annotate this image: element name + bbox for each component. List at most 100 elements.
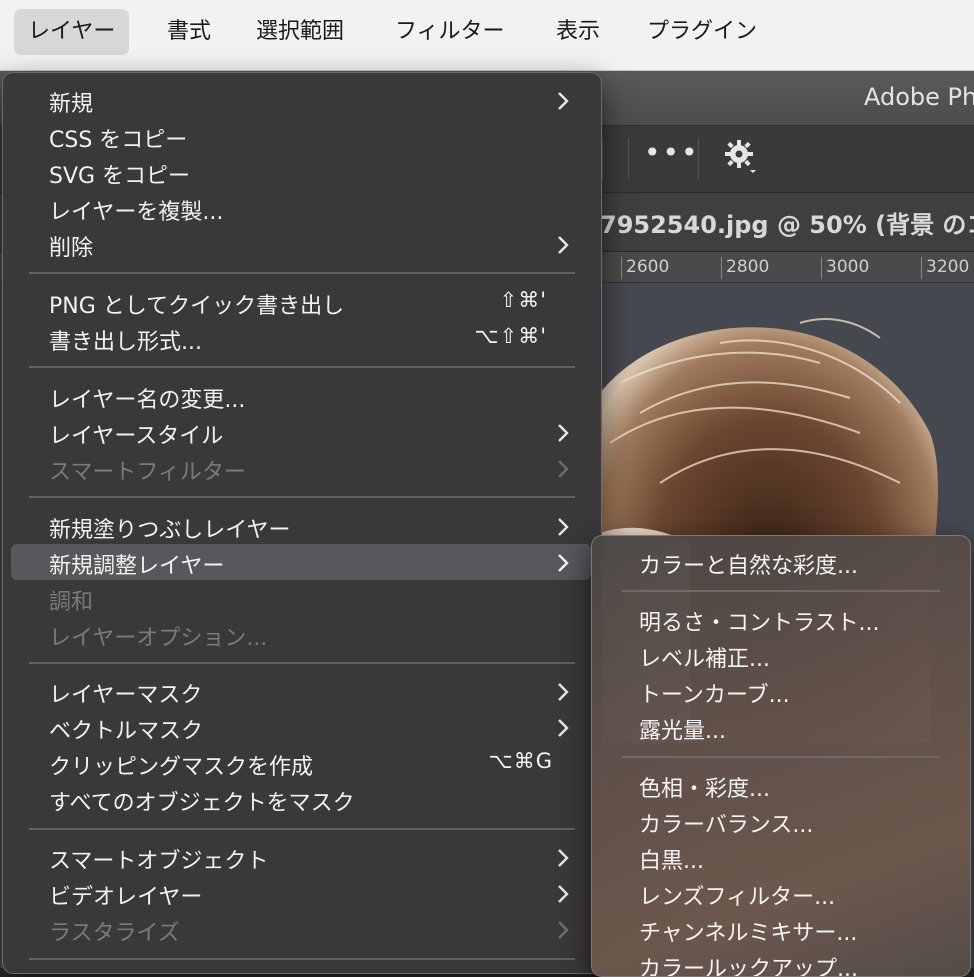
submenu-item-label: 白黒... xyxy=(639,849,704,874)
toolbar-divider xyxy=(602,138,603,180)
menubar-item-plugins[interactable]: プラグイン xyxy=(633,9,771,55)
chevron-right-icon xyxy=(558,849,569,867)
submenu-item-levels[interactable]: レベル補正... xyxy=(592,637,970,673)
submenu-item-vibrance[interactable]: カラーと自然な彩度... xyxy=(592,544,970,580)
menu-separator xyxy=(29,496,575,498)
submenu-item-label: カラーと自然な彩度... xyxy=(639,554,858,579)
submenu-item-label: 色相・彩度... xyxy=(639,777,770,802)
chevron-right-icon xyxy=(558,460,569,478)
menubar-item-type[interactable]: 書式 xyxy=(153,9,225,55)
menu-item-label: レイヤーマスク xyxy=(49,683,203,708)
menu-item-label: 調和 xyxy=(49,590,94,615)
menu-item-new-fill-layer[interactable]: 新規塗りつぶしレイヤー xyxy=(11,508,591,544)
toolbar-divider xyxy=(698,138,699,180)
menu-item-copy-svg[interactable]: SVG をコピー xyxy=(11,154,591,190)
menu-item-vector-mask[interactable]: ベクトルマスク xyxy=(11,709,591,745)
menu-separator xyxy=(622,756,940,758)
chevron-right-icon xyxy=(558,683,569,701)
document-title: 7952540.jpg @ 50% (背景 のコ xyxy=(600,211,974,239)
menu-item-layer-options: レイヤーオプション... xyxy=(11,616,591,652)
menu-item-label: PNG としてクイック書き出し xyxy=(49,294,345,319)
chevron-right-icon xyxy=(558,921,569,939)
menu-item-export-as[interactable]: 書き出し形式... ⌥⇧⌘' xyxy=(11,320,591,356)
chevron-right-icon xyxy=(558,719,569,737)
chevron-right-icon xyxy=(558,885,569,903)
window-title: Adobe Ph xyxy=(864,83,974,111)
menu-item-label: ビデオレイヤー xyxy=(49,885,203,910)
submenu-item-exposure[interactable]: 露光量... xyxy=(592,709,970,745)
menu-separator xyxy=(29,662,575,664)
menu-bar: レイヤー 書式 選択範囲 フィルター 表示 プラグイン xyxy=(0,0,974,71)
menu-item-label: 新規調整レイヤー xyxy=(49,554,225,579)
submenu-item-label: レンズフィルター... xyxy=(639,885,836,910)
menu-item-label: レイヤーを複製... xyxy=(49,200,224,225)
menu-separator xyxy=(29,272,575,274)
menu-item-harmonize: 調和 xyxy=(11,580,591,616)
menu-separator xyxy=(29,828,575,830)
menu-item-label: レイヤースタイル xyxy=(49,424,224,449)
menubar-item-select[interactable]: 選択範囲 xyxy=(242,9,358,55)
submenu-item-color-lookup[interactable]: カラールックアップ... xyxy=(592,947,970,977)
submenu-item-brightness-contrast[interactable]: 明るさ・コントラスト... xyxy=(592,601,970,637)
submenu-item-label: カラールックアップ... xyxy=(639,957,858,977)
menu-item-mask-all-objects[interactable]: すべてのオブジェクトをマスク xyxy=(11,781,591,817)
submenu-item-curves[interactable]: トーンカーブ... xyxy=(592,673,970,709)
submenu-item-hue-saturation[interactable]: 色相・彩度... xyxy=(592,767,970,803)
menu-item-layer-style[interactable]: レイヤースタイル xyxy=(11,414,591,450)
menu-item-label: スマートオブジェクト xyxy=(49,849,269,874)
menu-item-layer-mask[interactable]: レイヤーマスク xyxy=(11,673,591,709)
submenu-item-label: 露光量... xyxy=(639,719,726,744)
menu-item-smart-objects[interactable]: スマートオブジェクト xyxy=(11,839,591,875)
menu-item-duplicate-layer[interactable]: レイヤーを複製... xyxy=(11,190,591,226)
ruler-tick: 3000 xyxy=(821,257,869,279)
menu-item-rename-layer[interactable]: レイヤー名の変更... xyxy=(11,378,591,414)
menu-item-new[interactable]: 新規 xyxy=(11,82,591,118)
menu-item-label: スマートフィルター xyxy=(49,460,246,485)
menu-item-label: すべてのオブジェクトをマスク xyxy=(49,791,355,816)
menu-item-label: レイヤー名の変更... xyxy=(49,388,246,413)
menu-separator xyxy=(29,366,575,368)
menu-item-smart-filter: スマートフィルター xyxy=(11,450,591,486)
menu-item-shortcut: ⌥⌘G xyxy=(488,749,553,773)
menu-item-label: 書き出し形式... xyxy=(49,330,202,355)
menu-item-quick-export-png[interactable]: PNG としてクイック書き出し ⇧⌘' xyxy=(11,284,591,320)
menu-item-copy-css[interactable]: CSS をコピー xyxy=(11,118,591,154)
submenu-item-color-balance[interactable]: カラーバランス... xyxy=(592,803,970,839)
menu-separator xyxy=(29,958,575,960)
menu-item-label: SVG をコピー xyxy=(49,164,191,189)
menu-item-shortcut: ⇧⌘' xyxy=(499,288,547,312)
menu-item-video-layers[interactable]: ビデオレイヤー xyxy=(11,875,591,911)
chevron-right-icon xyxy=(558,518,569,536)
menu-item-rasterize: ラスタライズ xyxy=(11,911,591,947)
submenu-item-label: チャンネルミキサー... xyxy=(639,921,858,946)
menu-item-label: レイヤーオプション... xyxy=(49,626,268,651)
ruler-tick: 3200 xyxy=(921,257,969,279)
adjustment-layer-submenu: カラーと自然な彩度... 明るさ・コントラスト... レベル補正... トーンカ… xyxy=(591,535,971,977)
chevron-right-icon xyxy=(558,554,569,572)
submenu-item-black-white[interactable]: 白黒... xyxy=(592,839,970,875)
menu-item-label: 新規 xyxy=(49,92,94,117)
submenu-item-channel-mixer[interactable]: チャンネルミキサー... xyxy=(592,911,970,947)
menu-item-delete[interactable]: 削除 xyxy=(11,226,591,262)
submenu-item-photo-filter[interactable]: レンズフィルター... xyxy=(592,875,970,911)
menu-item-label: CSS をコピー xyxy=(49,128,188,153)
chevron-right-icon xyxy=(558,236,569,254)
menubar-item-filter[interactable]: フィルター xyxy=(381,9,519,55)
menubar-item-layer[interactable]: レイヤー xyxy=(14,9,130,55)
more-icon[interactable]: ••• xyxy=(644,136,700,169)
menu-item-label: 新規塗りつぶしレイヤー xyxy=(49,518,291,543)
menu-item-new-adjustment-layer[interactable]: 新規調整レイヤー xyxy=(11,544,591,580)
menu-item-label: ラスタライズ xyxy=(49,921,180,946)
menu-item-create-clipping-mask[interactable]: クリッピングマスクを作成 ⌥⌘G xyxy=(11,745,591,781)
gear-icon[interactable] xyxy=(724,138,758,182)
submenu-item-label: トーンカーブ... xyxy=(639,683,790,708)
chevron-right-icon xyxy=(558,424,569,442)
menu-item-label: 削除 xyxy=(49,236,94,261)
toolbar-divider xyxy=(628,138,629,180)
chevron-right-icon xyxy=(558,92,569,110)
submenu-item-label: レベル補正... xyxy=(639,647,770,672)
menu-item-label: クリッピングマスクを作成 xyxy=(49,755,314,780)
ruler-tick: 2600 xyxy=(621,257,669,279)
menu-item-shortcut: ⌥⇧⌘' xyxy=(474,324,547,348)
menubar-item-view[interactable]: 表示 xyxy=(542,9,614,55)
